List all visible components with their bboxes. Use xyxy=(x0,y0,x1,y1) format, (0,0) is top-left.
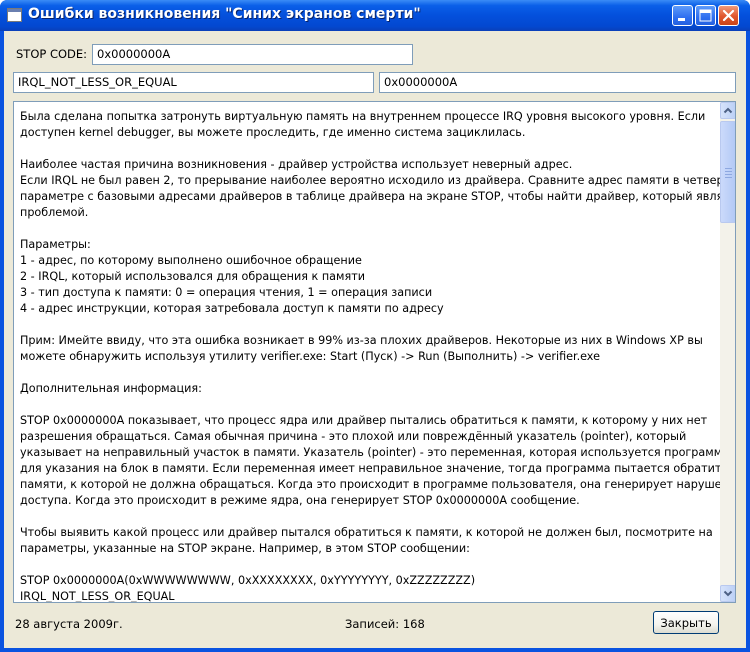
description-line xyxy=(20,509,718,525)
description-line: 2 - IRQL, который использовался для обра… xyxy=(20,270,365,283)
description-line: параметры, указанные на STOP экране. Нап… xyxy=(20,542,470,555)
window-title: Ошибки возникновения "Синих экранов смер… xyxy=(28,6,421,22)
description-line xyxy=(20,141,718,157)
close-window-button[interactable] xyxy=(718,5,739,26)
scroll-thumb[interactable] xyxy=(720,121,735,223)
client-area: STOP CODE: 0x0000000A IRQL_NOT_LESS_OR_E… xyxy=(4,31,746,648)
description-line: 4 - адрес инструкции, которая затребовал… xyxy=(20,302,444,315)
description-line xyxy=(20,397,718,413)
stop-code-field[interactable]: 0x0000000A xyxy=(92,44,413,65)
arrow-down-icon xyxy=(723,590,733,597)
description-line: Параметры: xyxy=(20,238,91,251)
error-name-field[interactable]: IRQL_NOT_LESS_OR_EQUAL xyxy=(13,72,374,93)
close-icon xyxy=(722,9,735,22)
close-button[interactable]: Закрыть xyxy=(653,611,719,634)
description-line: доступа. Когда это происходит в режиме я… xyxy=(20,494,580,507)
app-window-icon xyxy=(7,8,22,22)
description-line: указывает на неправильный участок в памя… xyxy=(20,446,736,459)
description-line: разрешения обращаться. Самая обычная при… xyxy=(20,430,687,443)
description-line xyxy=(20,365,718,381)
stop-code-label: STOP CODE: xyxy=(16,47,88,61)
minimize-button[interactable] xyxy=(672,5,693,26)
title-bar[interactable]: Ошибки возникновения "Синих экранов смер… xyxy=(0,0,750,31)
description-line: Чтобы выявить какой процесс или драйвер … xyxy=(20,526,713,539)
date-label: 28 августа 2009г. xyxy=(15,617,123,631)
description-line: Если IRQL не был равен 2, то прерывание … xyxy=(20,174,736,187)
description-line: STOP 0x0000000A(0xWWWWWWWW, 0xXXXXXXXX, … xyxy=(20,574,476,587)
description-line: параметре с базовыми адресами драйверов … xyxy=(20,190,736,203)
description-line: Прим: Имейте ввиду, что эта ошибка возни… xyxy=(20,334,703,347)
description-line: для указания на блок в памяти. Если пере… xyxy=(20,462,736,475)
description-line: Была сделана попытка затронуть виртуальн… xyxy=(20,110,706,123)
description-line: Дополнительная информация: xyxy=(20,382,202,395)
description-line: доступен kernel debugger, вы можете прос… xyxy=(20,126,526,139)
description-line xyxy=(20,557,718,573)
description-line xyxy=(20,221,718,237)
description-line: Наиболее частая причина возникновения - … xyxy=(20,158,573,171)
description-line: 1 - адрес, по которому выполнено ошибочн… xyxy=(20,254,362,267)
description-line: IRQL_NOT_LESS_OR_EQUAL xyxy=(20,590,175,603)
maximize-button[interactable] xyxy=(695,5,716,26)
description-line: можете обнаружить используя утилиту veri… xyxy=(20,350,600,363)
scroll-up-button[interactable] xyxy=(720,102,735,119)
description-line: STOP 0x0000000A показывает, что процесс … xyxy=(20,414,708,427)
maximize-icon xyxy=(699,9,712,22)
scroll-down-button[interactable] xyxy=(720,585,735,602)
error-code-field[interactable]: 0x0000000A xyxy=(379,72,736,93)
minimize-icon xyxy=(678,18,685,21)
arrow-up-icon xyxy=(723,107,733,114)
records-count-label: Записей: 168 xyxy=(345,617,425,631)
description-memo[interactable]: Была сделана попытка затронуть виртуальн… xyxy=(13,101,736,603)
description-line: 3 - тип доступа к памяти: 0 = операция ч… xyxy=(20,286,433,299)
description-text: Была сделана попытка затронуть виртуальн… xyxy=(20,109,736,603)
app-window: Ошибки возникновения "Синих экранов смер… xyxy=(0,0,750,652)
vertical-scrollbar[interactable] xyxy=(720,102,735,602)
description-line: памяти, к которой не должна обращаться. … xyxy=(20,478,736,491)
description-line xyxy=(20,317,718,333)
description-line: проблемой. xyxy=(20,206,89,219)
